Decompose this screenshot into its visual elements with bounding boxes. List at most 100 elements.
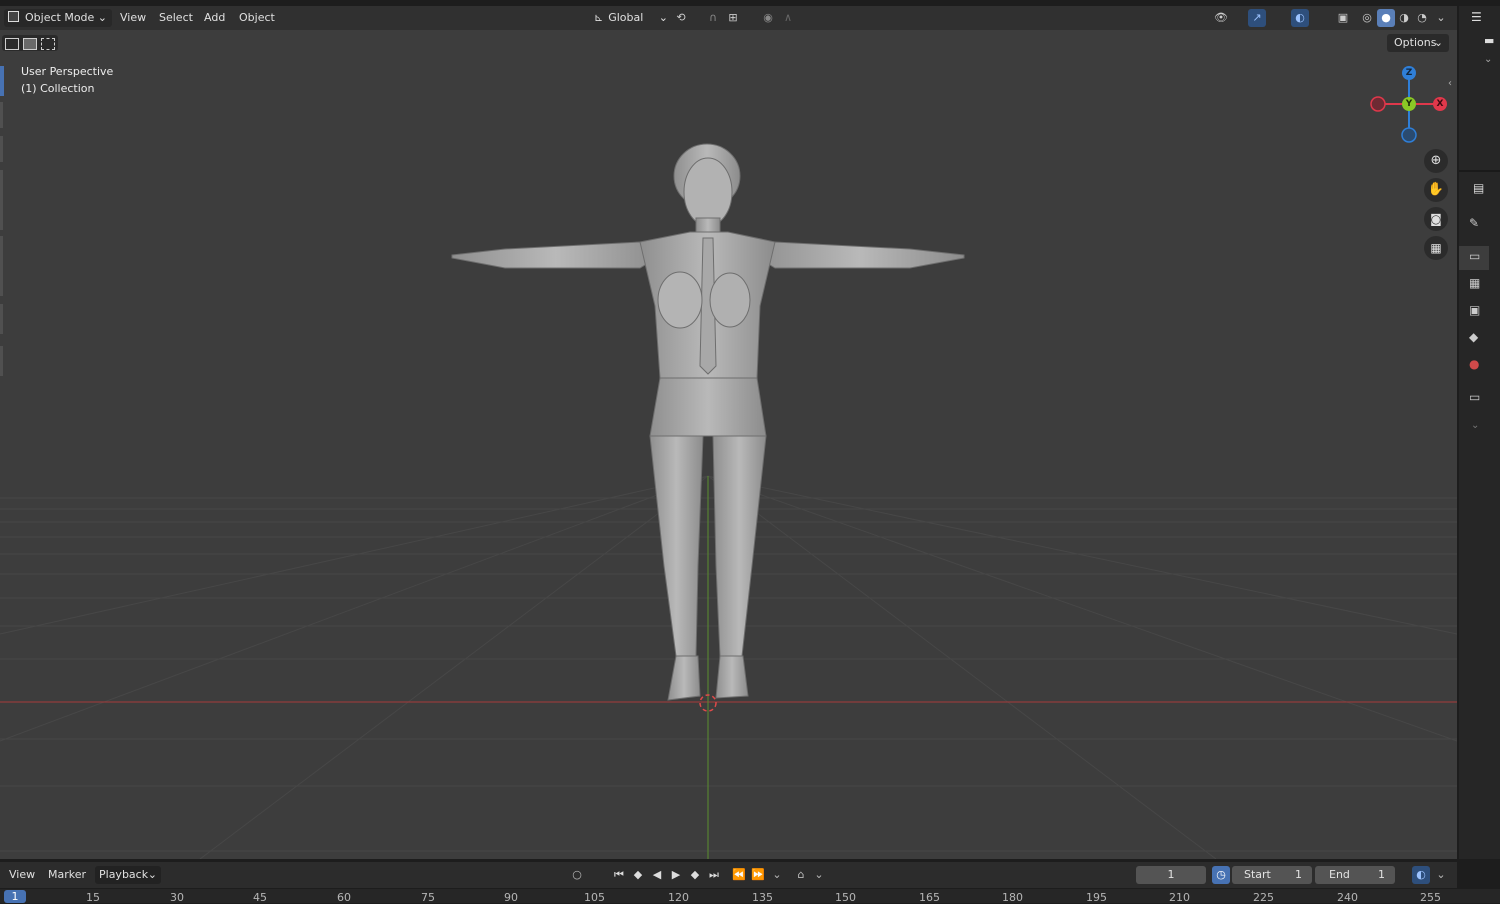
gizmo-neg-z-axis [1401, 127, 1417, 143]
auto-keying-icon[interactable]: ○ [568, 866, 586, 884]
shading-options-chevron-icon[interactable]: ⌄ [1432, 9, 1450, 27]
ruler-tick: 90 [504, 891, 518, 904]
properties-editor-type-icon[interactable]: ▤ [1473, 181, 1484, 195]
toolbar-tool[interactable] [0, 346, 3, 376]
previous-marker-icon[interactable]: ⏪ [730, 866, 748, 884]
character-model[interactable] [0, 6, 1457, 859]
previous-keyframe-icon[interactable]: ◆ [629, 866, 647, 884]
ortho-grid-icon[interactable]: ▦ [1424, 236, 1448, 260]
chevron-down-icon[interactable]: ⌄ [1471, 420, 1479, 431]
toolbar-tool[interactable] [0, 102, 3, 128]
ruler-tick: 30 [170, 891, 184, 904]
menu-view[interactable]: View [116, 10, 150, 26]
mode-label: Object Mode [25, 11, 95, 24]
pivot-point-icon[interactable]: ⟲ [672, 9, 690, 27]
next-marker-icon[interactable]: ⏩ [749, 866, 767, 884]
jump-to-end-icon[interactable]: ⏭ [705, 866, 723, 884]
ruler-tick: 15 [86, 891, 100, 904]
collection-icon: ▬ [1484, 34, 1495, 47]
active-tool-indicator[interactable] [0, 66, 4, 96]
toolbar-tool[interactable] [0, 236, 3, 296]
select-new-icon[interactable] [5, 38, 19, 50]
chevron-down-icon[interactable]: ⌄ [768, 866, 786, 884]
outliner-editor-type-icon[interactable]: ☰ [1471, 10, 1482, 24]
ruler-tick: 150 [835, 891, 856, 904]
start-label: Start [1244, 868, 1271, 881]
sidebar-toggle-chevron-icon[interactable]: ‹ [1448, 78, 1452, 89]
snap-magnet-icon[interactable]: ∩ [704, 9, 722, 27]
view-name-label: User Perspective [21, 65, 114, 78]
timeline-view-options-icon[interactable]: ◐ [1412, 866, 1430, 884]
chevron-down-icon: ⌄ [1433, 36, 1443, 49]
end-value: 1 [1378, 868, 1385, 881]
snap-target-icon[interactable]: ⊞ [724, 9, 742, 27]
options-dropdown[interactable]: Options ⌄ [1387, 34, 1449, 52]
playhead-frame-indicator[interactable]: 1 [4, 890, 26, 903]
solid-shading-icon[interactable]: ● [1377, 9, 1395, 27]
current-frame-field[interactable]: 1 [1136, 866, 1206, 884]
ruler-tick: 210 [1169, 891, 1190, 904]
gizmo-neg-x-axis [1370, 96, 1386, 112]
output-tab-icon[interactable]: ▦ [1469, 276, 1480, 290]
gizmo-toggle-icon[interactable]: ↗ [1248, 9, 1266, 27]
chevron-down-icon[interactable]: ⌄ [810, 866, 828, 884]
scene-tab-icon[interactable]: ◆ [1469, 330, 1478, 344]
ruler-tick: 225 [1253, 891, 1274, 904]
orientation-dropdown[interactable]: ⊾ Global ⌄ [590, 9, 670, 27]
toolbar-tool[interactable] [0, 304, 3, 334]
menu-select[interactable]: Select [155, 10, 197, 26]
zoom-icon[interactable]: ⊕ [1424, 149, 1448, 173]
properties-editor-strip: ☰ ▬ ⌄ ▤ ✎ ▭ ▦ ▣ ◆ ● ▭ ⌄ [1459, 6, 1500, 859]
select-subtract-icon[interactable] [41, 38, 55, 50]
material-shading-icon[interactable]: ◑ [1395, 9, 1413, 27]
jump-to-start-icon[interactable]: ⏮ [610, 866, 628, 884]
proportional-edit-icon[interactable]: ◉ [759, 9, 777, 27]
timeline-menu-marker[interactable]: Marker [44, 867, 90, 883]
start-frame-field[interactable]: Start 1 [1232, 866, 1312, 884]
toolbar-tool[interactable] [0, 170, 3, 230]
ruler-tick: 180 [1002, 891, 1023, 904]
mode-dropdown[interactable]: Object Mode ⌄ [4, 9, 112, 27]
tool-tab-icon[interactable]: ✎ [1469, 216, 1479, 230]
gizmo-x-label: X [1436, 99, 1444, 109]
overlays-toggle-icon[interactable]: ◐ [1291, 9, 1309, 27]
ruler-tick: 75 [421, 891, 435, 904]
chevron-down-icon[interactable]: ⌄ [1432, 866, 1450, 884]
pan-hand-icon[interactable]: ✋ [1424, 178, 1448, 202]
ruler-tick: 45 [253, 891, 267, 904]
xray-toggle-icon[interactable]: ▣ [1334, 9, 1352, 27]
camera-view-icon[interactable]: ◙ [1424, 207, 1448, 231]
next-keyframe-icon[interactable]: ◆ [686, 866, 704, 884]
transform-orientation-icon: ⊾ [594, 11, 604, 24]
menu-add[interactable]: Add [200, 10, 229, 26]
render-tab-icon[interactable]: ▭ [1469, 249, 1480, 263]
ruler-tick: 60 [337, 891, 351, 904]
rendered-shading-icon[interactable]: ◔ [1413, 9, 1431, 27]
viewport-header: Object Mode ⌄ View Select Add Object ⊾ Glo… [0, 6, 1457, 30]
toolbar-tool[interactable] [0, 136, 3, 162]
end-frame-field[interactable]: End 1 [1315, 866, 1395, 884]
visibility-eye-icon[interactable]: 👁 [1212, 9, 1230, 27]
use-preview-range-clock-icon[interactable]: ◷ [1212, 866, 1230, 884]
play-icon[interactable]: ▶ [667, 866, 685, 884]
gizmo-y-label: Y [1405, 99, 1413, 109]
ruler-tick: 165 [919, 891, 940, 904]
keying-set-icon[interactable]: ⌂ [792, 866, 810, 884]
select-extend-icon[interactable] [23, 38, 37, 50]
playback-dropdown[interactable]: Playback ⌄ [95, 866, 161, 884]
chevron-down-icon[interactable]: ⌄ [1484, 54, 1492, 65]
ruler-tick: 195 [1086, 891, 1107, 904]
chevron-down-icon: ⌄ [147, 868, 157, 881]
ruler-tick: 135 [752, 891, 773, 904]
3d-viewport[interactable]: User Perspective (1) Collection Options … [0, 6, 1457, 859]
timeline-ruler[interactable] [0, 889, 1500, 903]
select-mode-group [2, 35, 58, 51]
view-layer-tab-icon[interactable]: ▣ [1469, 303, 1480, 317]
menu-object[interactable]: Object [235, 10, 279, 26]
play-reverse-icon[interactable]: ◀ [648, 866, 666, 884]
wireframe-shading-icon[interactable]: ◎ [1358, 9, 1376, 27]
falloff-curve-icon[interactable]: ∧ [779, 9, 797, 27]
world-tab-icon[interactable]: ● [1469, 357, 1479, 371]
timeline-menu-view[interactable]: View [5, 867, 39, 883]
collection-tab-icon[interactable]: ▭ [1469, 390, 1480, 404]
